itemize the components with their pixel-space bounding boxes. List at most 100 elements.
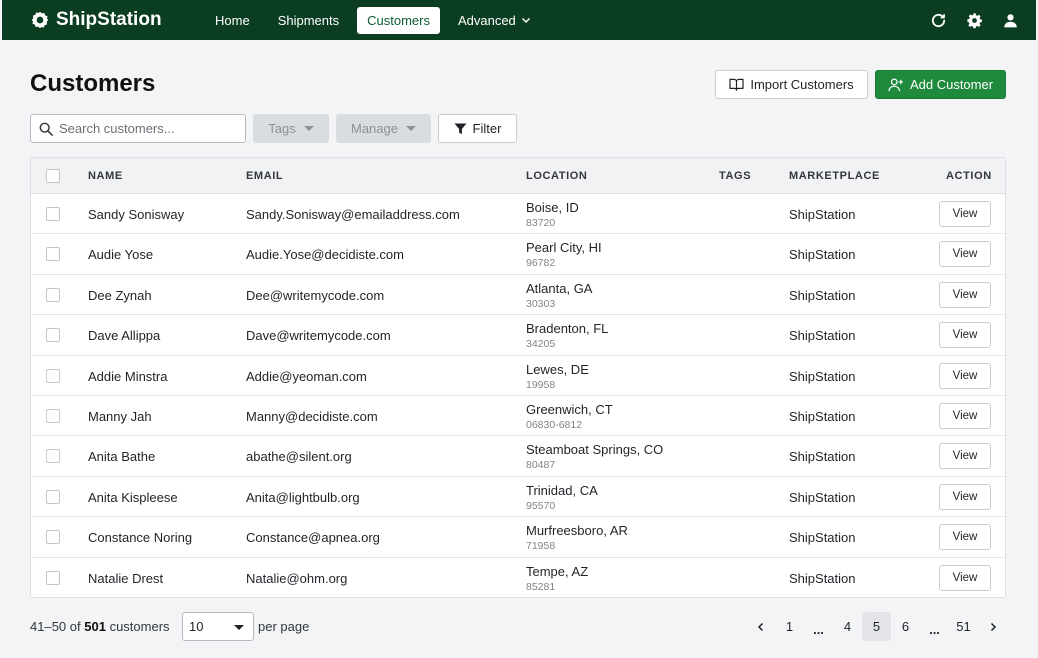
table-header: NAME EMAIL LOCATION TAGS MARKETPLACE ACT… — [31, 158, 1005, 194]
row-checkbox[interactable] — [46, 449, 60, 464]
row-checkbox[interactable] — [46, 408, 60, 423]
customer-email: Natalie@ohm.org — [246, 570, 348, 586]
nav-home[interactable]: Home — [205, 7, 260, 34]
customer-name[interactable]: Dave Allippa — [88, 328, 160, 343]
nav-shipments-label: Shipments — [277, 12, 340, 28]
chevron-right-icon — [990, 622, 996, 631]
customer-email: Dave@writemycode.com — [246, 328, 391, 344]
view-customer-button[interactable]: View — [939, 201, 991, 227]
customer-name[interactable]: Anita Bathe — [88, 449, 155, 464]
customer-marketplace: ShipStation — [789, 287, 856, 303]
caret-down-icon — [234, 625, 244, 630]
column-header-location[interactable]: LOCATION — [526, 158, 587, 194]
refresh-icon[interactable] — [928, 10, 948, 30]
select-all-checkbox[interactable] — [46, 169, 60, 183]
tags-dropdown[interactable]: Tags — [253, 114, 329, 143]
row-checkbox[interactable] — [46, 247, 60, 262]
column-header-email[interactable]: EMAIL — [246, 158, 283, 194]
per-page-value: 10 — [189, 619, 204, 634]
tags-dropdown-label: Tags — [268, 121, 296, 136]
customer-location: Tempe, AZ — [526, 563, 589, 579]
brand-logo[interactable]: ShipStation — [30, 9, 205, 31]
customer-location: Bradenton, FL — [526, 321, 609, 337]
row-checkbox[interactable] — [46, 207, 60, 221]
manage-dropdown[interactable]: Manage — [336, 114, 431, 143]
table-row: Constance Noring Constance@apnea.org Murfr… — [31, 517, 1005, 558]
customer-name[interactable]: Natalie Drest — [88, 571, 163, 586]
gear-icon[interactable] — [964, 10, 984, 30]
filter-button[interactable]: Filter — [438, 114, 517, 143]
view-customer-button[interactable]: View — [939, 281, 991, 308]
customer-zip: 30303 — [526, 297, 556, 310]
row-checkbox[interactable] — [46, 287, 60, 302]
chevron-down-icon — [521, 17, 530, 24]
import-customers-button[interactable]: Import Customers — [715, 70, 868, 99]
nav-shipments[interactable]: Shipments — [268, 7, 349, 34]
customer-location: Boise, ID — [526, 200, 579, 215]
customer-name[interactable]: Sandy Sonisway — [88, 207, 184, 222]
row-checkbox[interactable] — [46, 328, 60, 343]
customer-location: Lewes, DE — [526, 361, 589, 377]
table-row: Anita Kispleese Anita@lightbulb.org Trinid… — [31, 477, 1005, 518]
page-number-button[interactable]: 6 — [891, 612, 920, 641]
search-input[interactable] — [59, 121, 229, 136]
customer-name[interactable]: Dee Zynah — [88, 288, 152, 303]
previous-page-button[interactable] — [746, 612, 775, 641]
customer-location: Murfreesboro, AR — [526, 523, 628, 539]
customer-name[interactable]: Anita Kispleese — [88, 490, 178, 505]
view-customer-button[interactable]: View — [939, 402, 991, 429]
customer-marketplace: ShipStation — [789, 207, 856, 222]
per-page-select[interactable]: 10 — [182, 612, 254, 641]
customer-zip: 19958 — [526, 378, 556, 391]
customer-marketplace: ShipStation — [789, 489, 856, 505]
view-customer-button[interactable]: View — [939, 524, 991, 551]
customer-zip: 34205 — [526, 338, 556, 351]
filter-icon — [454, 122, 467, 134]
row-checkbox[interactable] — [46, 489, 60, 504]
customer-zip: 71958 — [526, 540, 556, 553]
customer-name[interactable]: Constance Noring — [88, 530, 192, 545]
page-numbers: 1... 4 5 6... 51 — [775, 612, 978, 641]
column-header-name[interactable]: NAME — [88, 158, 123, 194]
page-number-button[interactable]: 4 — [833, 612, 862, 641]
view-customer-button[interactable]: View — [939, 483, 991, 510]
page-number-button[interactable]: 5 — [862, 612, 891, 641]
nav-utility-icons — [912, 10, 1020, 30]
customer-name[interactable]: Audie Yose — [88, 247, 153, 262]
customer-location: Pearl City, HI — [526, 240, 602, 256]
nav-advanced-label: Advanced — [457, 12, 516, 28]
nav-home-label: Home — [215, 12, 250, 28]
search-box — [30, 114, 246, 143]
column-header-tags[interactable]: TAGS — [719, 158, 751, 194]
customer-marketplace: ShipStation — [789, 449, 856, 465]
pagination-ellipsis: ... — [929, 622, 940, 637]
view-customer-button[interactable]: View — [939, 564, 991, 591]
customer-marketplace: ShipStation — [789, 328, 856, 344]
customer-name[interactable]: Manny Jah — [88, 409, 152, 424]
customer-email: Manny@decidiste.com — [246, 408, 378, 424]
page-number-button[interactable]: 51 — [949, 612, 978, 641]
table-row: Natalie Drest Natalie@ohm.org Tempe, AZ 852… — [31, 558, 1005, 597]
view-customer-button[interactable]: View — [939, 362, 991, 389]
page-number-button[interactable]: 1 — [775, 612, 804, 641]
search-icon — [39, 122, 53, 136]
gear-logo-icon — [31, 11, 49, 29]
user-icon[interactable] — [1000, 10, 1020, 30]
view-customer-button[interactable]: View — [939, 241, 991, 268]
nav-advanced[interactable]: Advanced — [448, 7, 541, 34]
customer-name[interactable]: Addie Minstra — [88, 369, 167, 384]
next-page-button[interactable] — [978, 612, 1007, 641]
nav-customers-label: Customers — [367, 12, 430, 28]
row-checkbox[interactable] — [46, 530, 60, 545]
add-customer-button[interactable]: Add Customer — [875, 70, 1006, 99]
nav-customers[interactable]: Customers — [357, 6, 440, 34]
table-row: Addie Minstra Addie@yeoman.com Lewes, DE 19… — [31, 356, 1005, 396]
view-customer-button[interactable]: View — [939, 443, 991, 470]
row-checkbox[interactable] — [46, 570, 60, 585]
row-checkbox[interactable] — [46, 368, 60, 383]
column-header-marketplace[interactable]: MARKETPLACE — [789, 158, 880, 194]
page-title: Customers — [30, 70, 156, 97]
view-customer-button[interactable]: View — [939, 322, 991, 349]
column-header-action: ACTION — [946, 170, 992, 182]
chevron-left-icon — [757, 622, 763, 631]
